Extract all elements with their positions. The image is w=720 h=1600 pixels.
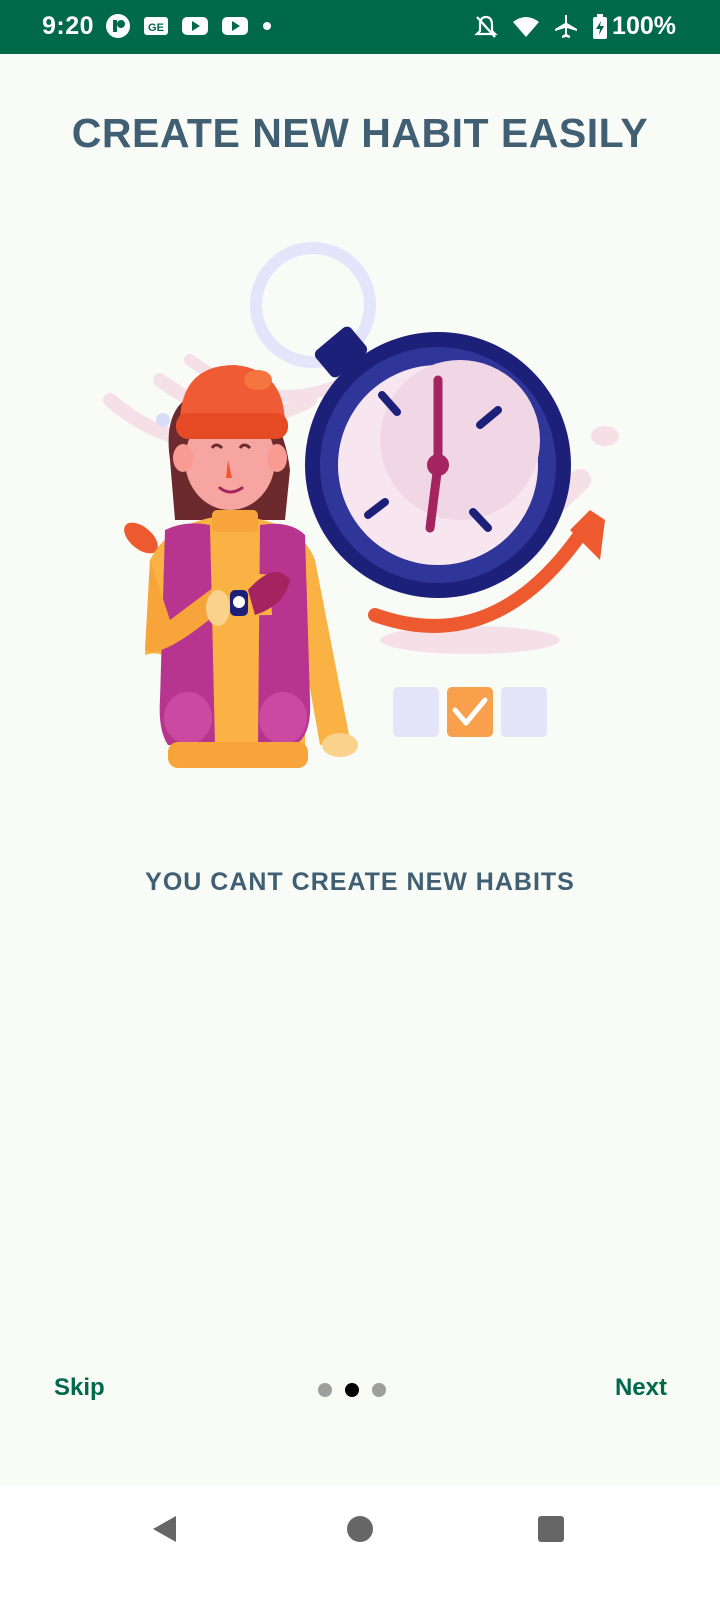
skip-button[interactable]: Skip [54,1374,105,1402]
home-icon[interactable] [347,1516,373,1542]
svg-text:GE: GE [148,22,164,34]
status-right-icons: 100% [474,12,676,41]
next-button[interactable]: Next [615,1374,667,1402]
youtube-icon [222,17,248,35]
app-notification-icon [106,14,130,38]
news-icon: GE [144,17,168,35]
battery-percentage: 100% [612,12,676,40]
recents-icon[interactable] [538,1516,564,1542]
wifi-icon [513,16,540,37]
onboarding-subtitle: YOU CANT CREATE NEW HABITS [145,868,575,896]
page-dot-2-active[interactable] [345,1383,359,1397]
status-time: 9:20 [42,12,95,40]
page-dot-3[interactable] [372,1383,386,1397]
page-dot-1[interactable] [318,1383,332,1397]
youtube-icon [182,17,208,35]
system-nav-bar [0,1486,720,1600]
woman-with-stopwatch-illustration [103,242,619,768]
stopwatch [305,326,571,598]
page-title: CREATE NEW HABIT EASILY [71,110,649,156]
airplane-mode-icon [555,14,578,38]
notifications-off-icon [474,15,498,38]
status-bar: 9:20 GE 100% [0,0,720,54]
status-left-icons: GE [105,13,273,39]
dot-icon [263,22,271,30]
battery-charging-icon [593,13,608,39]
page-indicator [318,1383,386,1397]
back-icon[interactable] [150,1514,180,1544]
